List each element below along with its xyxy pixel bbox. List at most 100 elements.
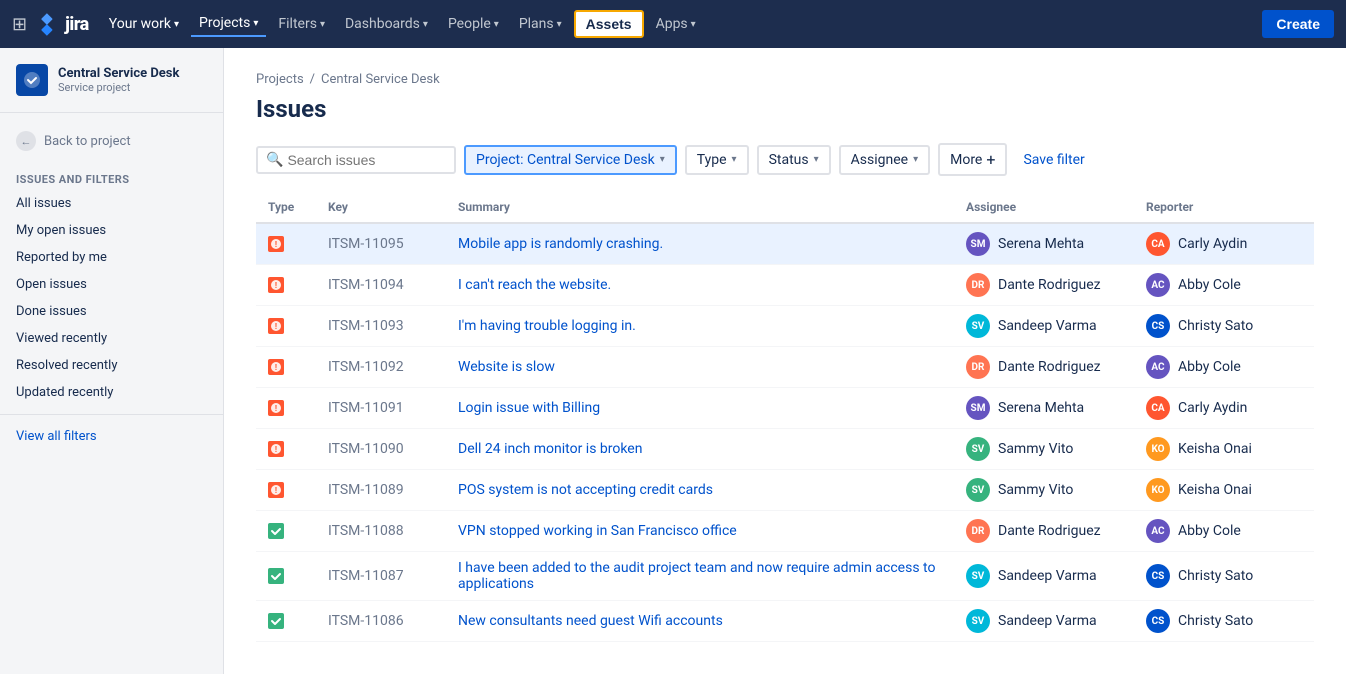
avatar: CA [1146,396,1170,420]
table-row[interactable]: ITSM-11086 New consultants need guest Wi… [256,601,1314,642]
col-header-type: Type [256,192,316,223]
cell-summary[interactable]: Mobile app is randomly crashing. [446,223,954,265]
nav-plans[interactable]: Plans ▾ [511,12,570,36]
cell-type: ! [256,265,316,306]
cell-summary[interactable]: I'm having trouble logging in. [446,306,954,347]
sidebar-item-my-open-issues[interactable]: My open issues [0,217,223,244]
table-row[interactable]: ! ITSM-11094 I can't reach the website. … [256,265,1314,306]
project-type: Service project [58,81,179,94]
sidebar-item-reported-by-me[interactable]: Reported by me [0,244,223,271]
table-row[interactable]: ! ITSM-11089 POS system is not accepting… [256,470,1314,511]
reporter-name: Keisha Onai [1178,482,1252,498]
table-row[interactable]: ! ITSM-11095 Mobile app is randomly cras… [256,223,1314,265]
issues-body: ! ITSM-11095 Mobile app is randomly cras… [256,223,1314,642]
search-icon: 🔍 [266,152,283,168]
assignee-filter-button[interactable]: Assignee ▾ [839,145,930,175]
chevron-down-icon: ▾ [253,18,258,29]
table-row[interactable]: ITSM-11088 VPN stopped working in San Fr… [256,511,1314,552]
avatar: KO [1146,437,1170,461]
sidebar-view-all-filters[interactable]: View all filters [0,423,223,450]
reporter-name: Keisha Onai [1178,441,1252,457]
logo-text: jira [65,14,89,35]
chevron-down-icon: ▾ [814,154,819,165]
reporter-name: Abby Cole [1178,277,1241,293]
svg-text:!: ! [275,240,277,249]
cell-summary[interactable]: New consultants need guest Wifi accounts [446,601,954,642]
table-row[interactable]: ! ITSM-11093 I'm having trouble logging … [256,306,1314,347]
sidebar-item-resolved-recently[interactable]: Resolved recently [0,352,223,379]
cell-type: ! [256,347,316,388]
reporter-name: Carly Aydin [1178,236,1247,252]
table-row[interactable]: ! ITSM-11091 Login issue with Billing SM… [256,388,1314,429]
cell-assignee: SV Sammy Vito [954,470,1134,511]
reporter-name: Christy Sato [1178,568,1253,584]
cell-summary[interactable]: Dell 24 inch monitor is broken [446,429,954,470]
cell-assignee: DR Dante Rodriguez [954,265,1134,306]
reporter-name: Carly Aydin [1178,400,1247,416]
sidebar-section-title: Issues and filters [0,165,223,190]
sidebar-project: Central Service Desk Service project [0,64,223,113]
avatar: AC [1146,519,1170,543]
cell-type: ! [256,470,316,511]
back-to-project[interactable]: ← Back to project [0,125,223,157]
project-filter-button[interactable]: Project: Central Service Desk ▾ [464,145,677,175]
svg-text:!: ! [275,281,277,290]
svg-text:!: ! [275,445,277,454]
sidebar-divider [0,414,223,415]
table-row[interactable]: ! ITSM-11092 Website is slow DR Dante Ro… [256,347,1314,388]
cell-assignee: SM Serena Mehta [954,223,1134,265]
cell-summary[interactable]: VPN stopped working in San Francisco off… [446,511,954,552]
cell-reporter: CS Christy Sato [1134,552,1314,601]
grid-icon[interactable]: ⊞ [12,14,27,35]
search-input[interactable] [287,152,446,168]
sidebar-item-viewed-recently[interactable]: Viewed recently [0,325,223,352]
nav-assets-button[interactable]: Assets [574,10,644,38]
nav-dashboards[interactable]: Dashboards ▾ [337,12,436,36]
create-button[interactable]: Create [1262,10,1334,38]
assignee-name: Sandeep Varma [998,613,1097,629]
breadcrumb-projects[interactable]: Projects [256,72,304,87]
cell-key: ITSM-11088 [316,511,446,552]
cell-summary[interactable]: I can't reach the website. [446,265,954,306]
nav-apps[interactable]: Apps ▾ [648,12,704,36]
status-filter-button[interactable]: Status ▾ [757,145,831,175]
cell-reporter: CS Christy Sato [1134,306,1314,347]
type-filter-button[interactable]: Type ▾ [685,145,749,175]
chevron-down-icon: ▾ [557,19,562,30]
avatar: SM [966,396,990,420]
sidebar-item-updated-recently[interactable]: Updated recently [0,379,223,406]
cell-assignee: SM Serena Mehta [954,388,1134,429]
sidebar-item-all-issues[interactable]: All issues [0,190,223,217]
cell-summary[interactable]: POS system is not accepting credit cards [446,470,954,511]
svg-text:!: ! [275,322,277,331]
cell-type: ! [256,429,316,470]
issues-table: Type Key Summary Assignee Reporter ! ITS… [256,192,1314,642]
cell-summary[interactable]: Website is slow [446,347,954,388]
cell-key: ITSM-11091 [316,388,446,429]
sidebar-item-open-issues[interactable]: Open issues [0,271,223,298]
save-filter-button[interactable]: Save filter [1015,147,1092,173]
nav-projects[interactable]: Projects ▾ [191,11,266,37]
jira-logo: jira [35,12,89,36]
cell-summary[interactable]: Login issue with Billing [446,388,954,429]
breadcrumb-project[interactable]: Central Service Desk [321,72,440,87]
cell-reporter: CS Christy Sato [1134,601,1314,642]
nav-people[interactable]: People ▾ [440,12,507,36]
cell-key: ITSM-11086 [316,601,446,642]
cell-type [256,601,316,642]
more-button[interactable]: More + [938,143,1007,176]
chevron-down-icon: ▾ [732,154,737,165]
cell-assignee: SV Sandeep Varma [954,601,1134,642]
cell-key: ITSM-11089 [316,470,446,511]
table-row[interactable]: ! ITSM-11090 Dell 24 inch monitor is bro… [256,429,1314,470]
sidebar-item-done-issues[interactable]: Done issues [0,298,223,325]
chevron-down-icon: ▾ [174,19,179,30]
col-header-assignee: Assignee [954,192,1134,223]
assignee-name: Sandeep Varma [998,568,1097,584]
nav-your-work[interactable]: Your work ▾ [101,12,187,36]
table-row[interactable]: ITSM-11087 I have been added to the audi… [256,552,1314,601]
sidebar: Central Service Desk Service project ← B… [0,48,224,674]
cell-summary[interactable]: I have been added to the audit project t… [446,552,954,601]
nav-filters[interactable]: Filters ▾ [270,12,333,36]
cell-type: ! [256,306,316,347]
